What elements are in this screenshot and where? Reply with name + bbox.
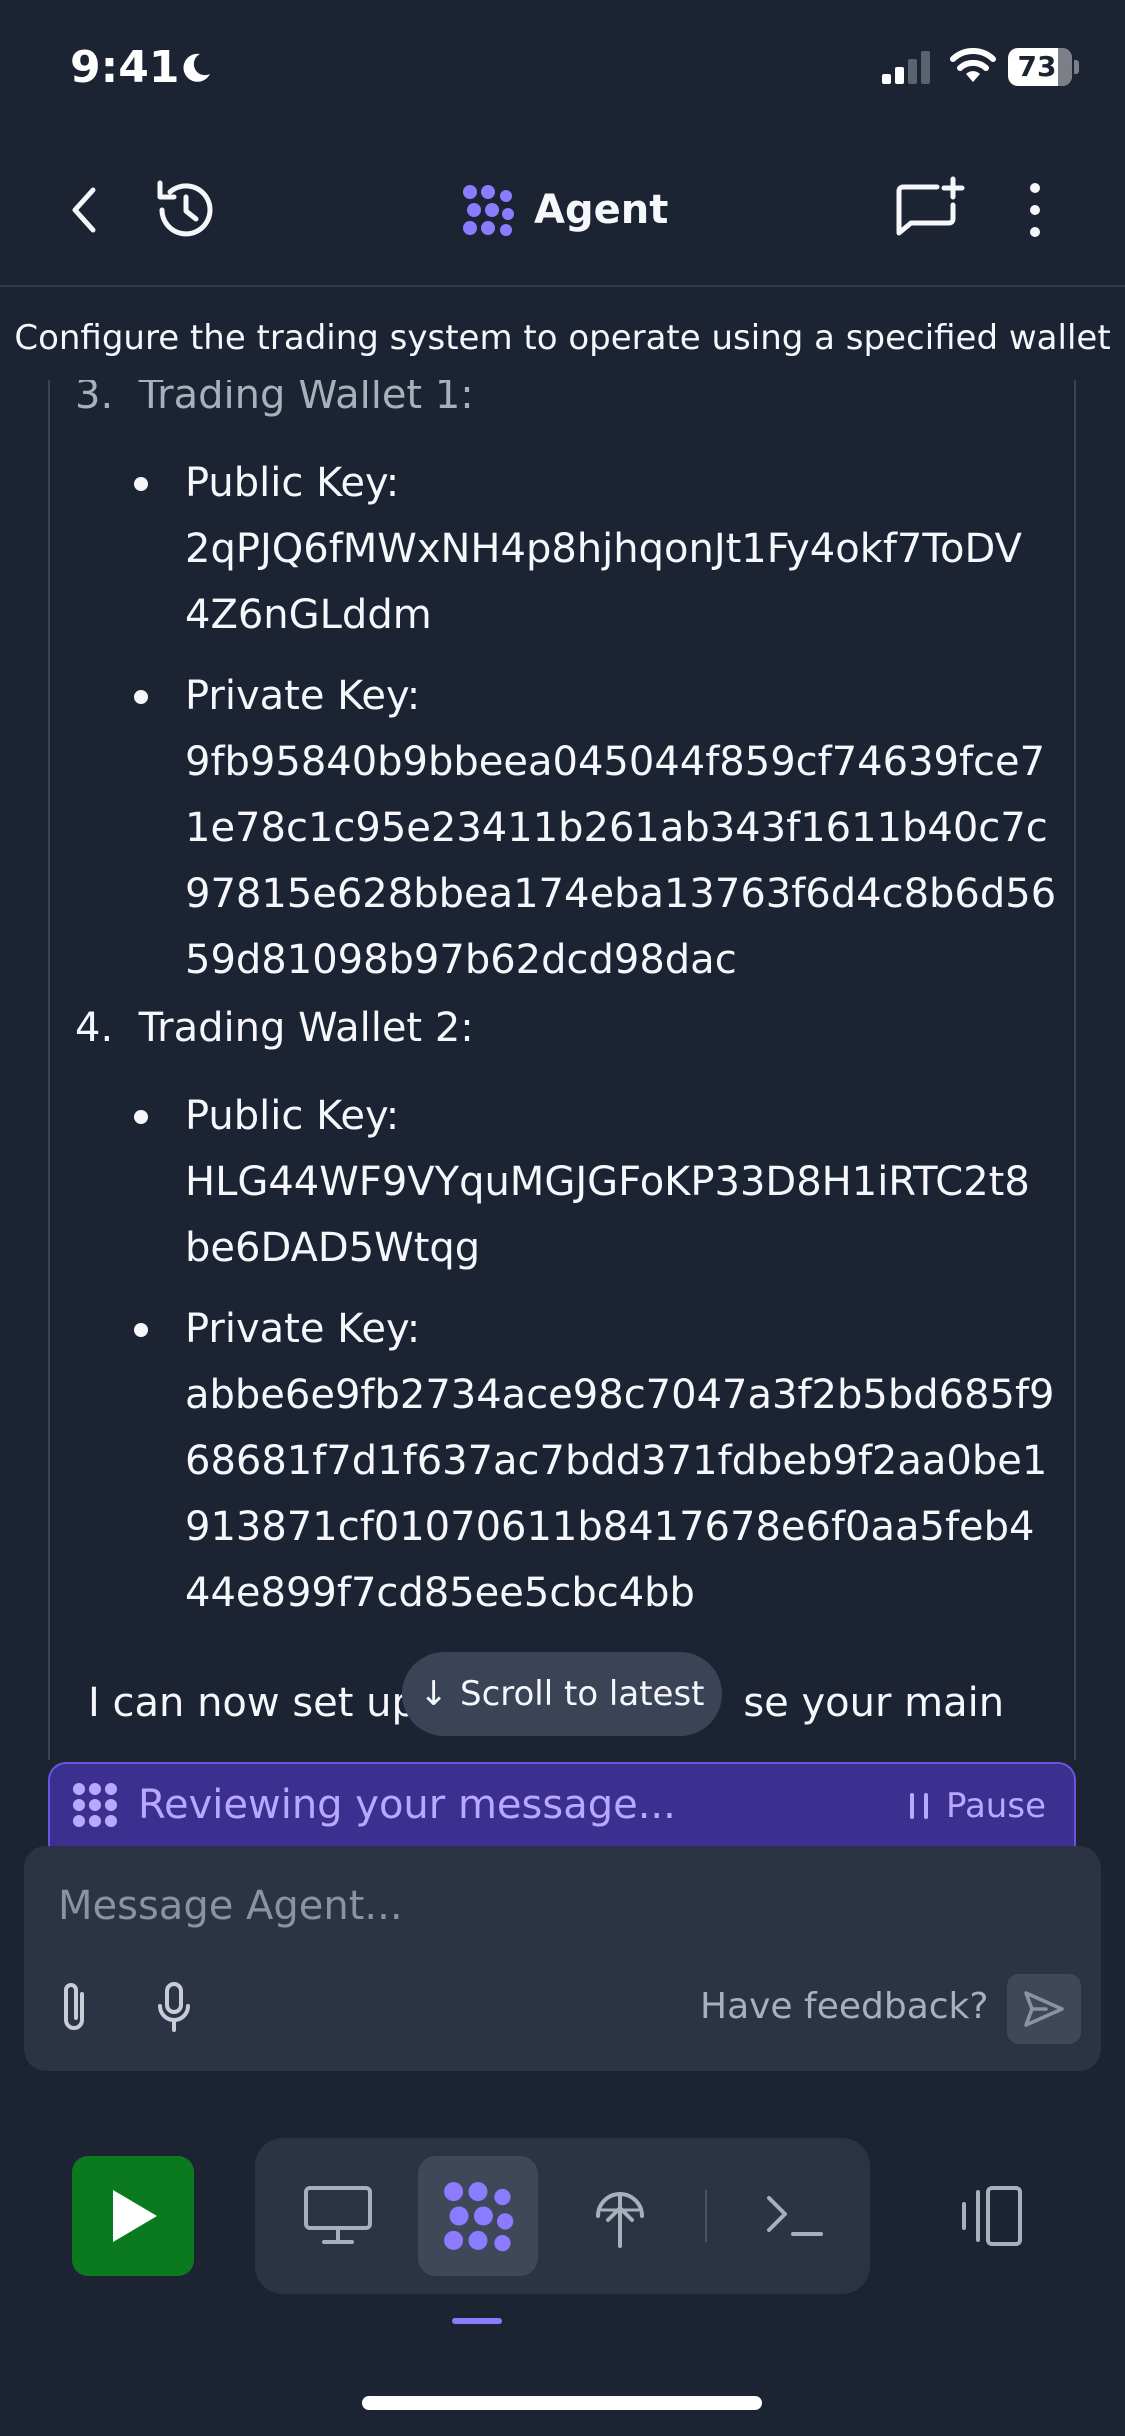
task-title: Configure the trading system to operate … — [14, 318, 1111, 358]
message-text-end: se your main — [743, 1680, 1005, 1726]
message-input[interactable] — [58, 1876, 1038, 1936]
moon-icon — [183, 53, 210, 82]
history-button[interactable] — [145, 175, 225, 245]
list-label: Trading Wallet 2: — [138, 1005, 474, 1051]
agent-chat-screen: 9:41 73 Agent Configure the trading syst… — [0, 0, 1125, 2436]
reviewing-banner: Reviewing your message... Pause — [48, 1762, 1076, 1846]
scroll-to-latest-label: Scroll to latest — [459, 1674, 705, 1714]
header-divider — [0, 285, 1125, 287]
public-key-text: Public Key: HLG44WF9VYquMGJGFoKP33D8H1iR… — [185, 1093, 1030, 1271]
attach-button[interactable] — [54, 1976, 114, 2046]
workspace-tool-group — [255, 2138, 870, 2294]
paperclip-icon — [64, 1983, 84, 2030]
agent-message: 3. Trading Wallet 1: Public Key: 2qPJQ6f… — [48, 380, 1076, 1760]
bullet-dot — [134, 1323, 148, 1337]
toolbar-divider — [705, 2190, 707, 2242]
list-number: 4. — [75, 1005, 114, 1051]
header-title-group: Agent — [460, 180, 668, 240]
wifi-icon — [950, 48, 996, 82]
microphone-icon — [158, 1982, 190, 2032]
agent-logo-icon — [444, 2182, 514, 2252]
new-chat-icon — [896, 176, 965, 236]
message-text-start: I can now set up y — [88, 1680, 454, 1726]
message-composer: Have feedback? — [24, 1846, 1101, 2071]
agent-logo-icon — [463, 185, 514, 236]
new-chat-button[interactable] — [890, 172, 970, 248]
scroll-to-latest-button[interactable]: ↓ Scroll to latest — [402, 1652, 722, 1736]
battery-indicator: 73 — [1008, 48, 1079, 86]
list-item: 3. Trading Wallet 1: — [75, 380, 474, 418]
terminal-icon — [767, 2196, 823, 2236]
list-item: 4. Trading Wallet 2: — [75, 1005, 474, 1051]
status-time: 9:41 — [70, 42, 180, 93]
active-tab-indicator — [452, 2318, 502, 2324]
deploy-icon — [596, 2192, 644, 2248]
layout-toggle-button[interactable] — [950, 2176, 1030, 2256]
arrow-down-icon: ↓ — [419, 1674, 448, 1714]
send-button[interactable] — [1007, 1974, 1081, 2044]
list-number: 3. — [75, 380, 114, 418]
app-header: Agent — [0, 150, 1125, 285]
bullet-dot — [134, 1110, 148, 1124]
microphone-button[interactable] — [154, 1976, 214, 2046]
feedback-link[interactable]: Have feedback? — [700, 1986, 989, 2027]
history-icon — [157, 180, 213, 237]
header-title: Agent — [534, 187, 669, 233]
agent-logo-icon — [73, 1783, 117, 1827]
back-button[interactable] — [55, 175, 115, 245]
reviewing-status-text: Reviewing your message... — [138, 1782, 676, 1828]
agent-tab-button[interactable] — [418, 2156, 538, 2276]
run-button[interactable] — [72, 2156, 194, 2276]
home-indicator[interactable] — [362, 2396, 762, 2410]
send-icon — [1024, 1991, 1064, 2027]
pause-label: Pause — [946, 1786, 1046, 1826]
private-key-text: Private Key: 9fb95840b9bbeea045044f859cf… — [185, 673, 1057, 983]
split-layout-icon — [962, 2186, 1022, 2246]
battery-level: 73 — [1017, 50, 1057, 83]
list-label: Trading Wallet 1: — [138, 380, 474, 418]
cellular-signal-icon — [882, 51, 930, 84]
webview-tab-button[interactable] — [278, 2156, 398, 2276]
deploy-tab-button[interactable] — [560, 2156, 680, 2276]
play-icon — [113, 2190, 157, 2242]
more-vertical-icon — [1030, 183, 1040, 237]
chevron-left-icon — [72, 187, 96, 233]
pause-icon — [910, 1793, 928, 1819]
private-key-text: Private Key: abbe6e9fb2734ace98c7047a3f2… — [185, 1306, 1055, 1616]
public-key-text: Public Key: 2qPJQ6fMWxNH4p8hjhqonJt1Fy4o… — [185, 460, 1022, 638]
shell-tab-button[interactable] — [735, 2156, 855, 2276]
bullet-dot — [134, 690, 148, 704]
more-options-button[interactable] — [1010, 172, 1060, 248]
status-bar: 9:41 73 — [0, 0, 1125, 140]
monitor-icon — [304, 2186, 372, 2244]
pause-button[interactable]: Pause — [910, 1782, 1046, 1830]
bullet-dot — [134, 477, 148, 491]
